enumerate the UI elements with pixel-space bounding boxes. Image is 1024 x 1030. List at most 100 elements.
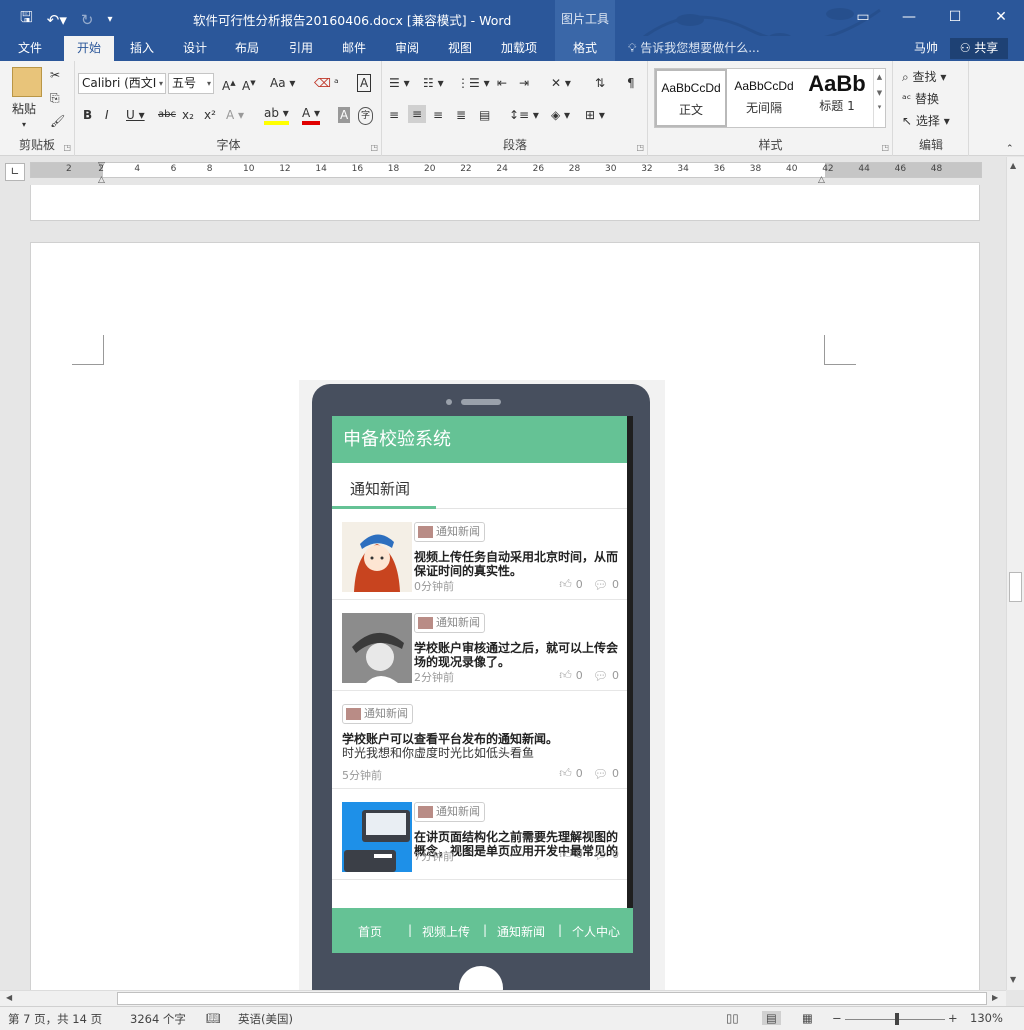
asian-layout-icon[interactable]: ✕ ▾ <box>551 75 571 91</box>
like-icon[interactable]: 👍︎ <box>559 577 572 592</box>
clear-formatting-icon[interactable]: ⌫ <box>314 75 331 91</box>
proofing-icon[interactable]: 📖︎ <box>206 1011 221 1025</box>
collapse-ribbon-icon[interactable]: ⌃ <box>1006 141 1014 157</box>
shading-icon[interactable]: ◈ ▾ <box>551 107 570 123</box>
scroll-left-icon[interactable]: ◀ <box>6 993 12 1002</box>
cut-icon[interactable]: ✂ <box>50 67 60 83</box>
align-left-icon[interactable]: ≡ <box>389 107 399 123</box>
decrease-indent-icon[interactable]: ⇤ <box>497 75 507 91</box>
font-size-select[interactable]: 五号 ▾ <box>168 73 214 94</box>
page-count[interactable]: 第 7 页，共 14 页 <box>8 1011 102 1027</box>
horizontal-scroll-thumb[interactable] <box>117 992 987 1005</box>
zoom-level[interactable]: 130% <box>970 1011 1003 1025</box>
comment-icon[interactable]: 💬︎ <box>593 578 608 592</box>
comment-icon[interactable]: 💬︎ <box>593 767 608 781</box>
strikethrough-icon[interactable]: abc <box>158 107 176 123</box>
superscript-icon[interactable]: x² <box>204 107 216 123</box>
style-normal[interactable]: AaBbCcDd 正文 <box>655 69 727 127</box>
find-button[interactable]: ⌕ 查找 ▾ <box>902 69 946 85</box>
app-tab-news[interactable]: 通知新闻 <box>350 478 410 499</box>
save-icon[interactable]: 🖫 <box>20 7 33 32</box>
comment-icon[interactable]: 💬︎ <box>593 848 608 862</box>
chevron-up-icon[interactable]: ▲ <box>874 73 885 81</box>
enclose-characters-icon[interactable]: 字 <box>358 107 374 125</box>
like-icon[interactable]: 👍︎ <box>559 847 572 862</box>
nav-profile[interactable]: 个人中心 <box>572 923 620 940</box>
font-family-select[interactable]: Calibri (西文I ▾ <box>78 73 166 94</box>
copy-icon[interactable]: ⎘ <box>50 90 60 106</box>
increase-indent-icon[interactable]: ⇥ <box>519 75 529 91</box>
tab-layout[interactable]: 布局 <box>225 36 269 61</box>
language-indicator[interactable]: 英语(美国) <box>238 1011 293 1027</box>
character-shading-icon[interactable]: A <box>338 107 351 123</box>
grow-font-icon[interactable]: A▲ <box>222 75 236 94</box>
tab-home[interactable]: 开始 <box>64 36 114 61</box>
character-border-icon[interactable]: A <box>357 74 372 92</box>
scroll-down-icon[interactable]: ▼ <box>1010 975 1016 984</box>
user-name[interactable]: 马帅 <box>914 36 938 60</box>
justify-icon[interactable]: ≣ <box>456 107 466 123</box>
paragraph-launcher-icon[interactable]: ◳ <box>636 143 644 152</box>
tab-selector[interactable]: ∟ <box>5 163 25 181</box>
highlight-icon[interactable]: ab ▾ <box>264 105 289 125</box>
zoom-out-icon[interactable]: − <box>832 1011 842 1025</box>
tab-references[interactable]: 引用 <box>279 36 323 61</box>
tab-review[interactable]: 审阅 <box>385 36 429 61</box>
text-effects-icon[interactable]: A ▾ <box>226 107 244 123</box>
tab-view[interactable]: 视图 <box>438 36 482 61</box>
bold-icon[interactable]: B <box>83 107 92 123</box>
numbering-icon[interactable]: ☷ ▾ <box>423 75 444 91</box>
borders-icon[interactable]: ⊞ ▾ <box>585 107 605 123</box>
horizontal-scrollbar[interactable]: ◀ ▶ <box>0 990 1006 1006</box>
news-item[interactable]: 通知新闻 学校账户可以查看平台发布的通知新闻。 时光我想和你虚度时光比如低头看鱼… <box>332 692 627 789</box>
document-area[interactable]: 申备校验系统 通知新闻 通知新闻 视频上传任务自动采用北京时间，从而保证时间的真… <box>0 185 1006 990</box>
chevron-down-icon[interactable]: ▼ <box>874 89 885 97</box>
style-no-spacing[interactable]: AaBbCcDd 无间隔 <box>728 69 800 127</box>
vertical-scroll-thumb[interactable] <box>1009 572 1022 602</box>
like-icon[interactable]: 👍︎ <box>559 766 572 781</box>
format-painter-icon[interactable]: 🖌︎ <box>50 113 65 129</box>
horizontal-ruler[interactable]: 2 2 4 6 8 10 12 14 16 18 20 22 24 26 28 30 32 34 36 38 40 42 4… <box>30 162 982 178</box>
paste-label[interactable]: 粘贴 <box>12 101 36 117</box>
bullets-icon[interactable]: ☰ ▾ <box>389 75 410 91</box>
scroll-right-icon[interactable]: ▶ <box>992 993 998 1002</box>
maximize-icon[interactable]: ☐ <box>932 0 978 34</box>
share-button[interactable]: ⚇ 共享 <box>950 38 1008 59</box>
font-launcher-icon[interactable]: ◳ <box>370 143 378 152</box>
align-center-icon[interactable]: ≡ <box>408 105 427 123</box>
zoom-slider-knob[interactable] <box>895 1013 899 1025</box>
ribbon-display-icon[interactable]: ▭ <box>840 0 886 34</box>
news-item[interactable]: 通知新闻 视频上传任务自动采用北京时间，从而保证时间的真实性。 0分钟前 👍︎ 0… <box>332 510 627 600</box>
line-spacing-icon[interactable]: ↕≡ ▾ <box>509 107 539 123</box>
tab-design[interactable]: 设计 <box>173 36 217 61</box>
underline-icon[interactable]: U ▾ <box>126 107 145 123</box>
redo-icon[interactable]: ↻ <box>81 11 94 29</box>
show-marks-icon[interactable]: ¶ <box>627 75 635 91</box>
tab-format[interactable]: 格式 <box>555 36 615 61</box>
vertical-scrollbar[interactable]: ▲ ▼ <box>1006 157 1024 990</box>
news-item[interactable]: 通知新闻 学校账户审核通过之后，就可以上传会场的现况录像了。 2分钟前 👍︎ 0 … <box>332 601 627 691</box>
tell-me-box[interactable]: 💡︎ 告诉我您想要做什么... <box>628 36 760 60</box>
word-count[interactable]: 3264 个字 <box>130 1011 186 1027</box>
news-item[interactable]: 通知新闻 在讲页面结构化之前需要先理解视图的概念，视图是单页应用开发中最常见的 … <box>332 790 627 880</box>
minimize-icon[interactable]: — <box>886 0 932 34</box>
replace-button[interactable]: ᵃᶜ 替换 <box>902 91 939 107</box>
nav-notice-news[interactable]: 通知新闻 <box>497 923 545 940</box>
undo-icon[interactable]: ↶▾ <box>47 11 67 29</box>
sort-icon[interactable]: ⇅ <box>595 75 605 91</box>
multilevel-list-icon[interactable]: ⋮☰ ▾ <box>457 75 490 91</box>
zoom-in-icon[interactable]: + <box>948 1011 958 1025</box>
tab-insert[interactable]: 插入 <box>120 36 164 61</box>
shrink-font-icon[interactable]: A▼ <box>242 75 256 94</box>
print-layout-icon[interactable]: ▤ <box>762 1011 781 1025</box>
gallery-scroll[interactable]: ▲ ▼ ▾ <box>873 69 885 127</box>
align-right-icon[interactable]: ≡ <box>433 107 443 123</box>
tab-addins[interactable]: 加载项 <box>494 36 544 61</box>
styles-launcher-icon[interactable]: ◳ <box>881 143 889 152</box>
like-icon[interactable]: 👍︎ <box>559 668 572 683</box>
select-button[interactable]: ↖ 选择 ▾ <box>902 113 950 129</box>
tab-file[interactable]: 文件 <box>8 36 52 61</box>
change-case-button[interactable]: Aa ▾ <box>270 75 295 91</box>
document-page[interactable]: 申备校验系统 通知新闻 通知新闻 视频上传任务自动采用北京时间，从而保证时间的真… <box>30 242 980 990</box>
gallery-more-icon[interactable]: ▾ <box>874 103 885 111</box>
